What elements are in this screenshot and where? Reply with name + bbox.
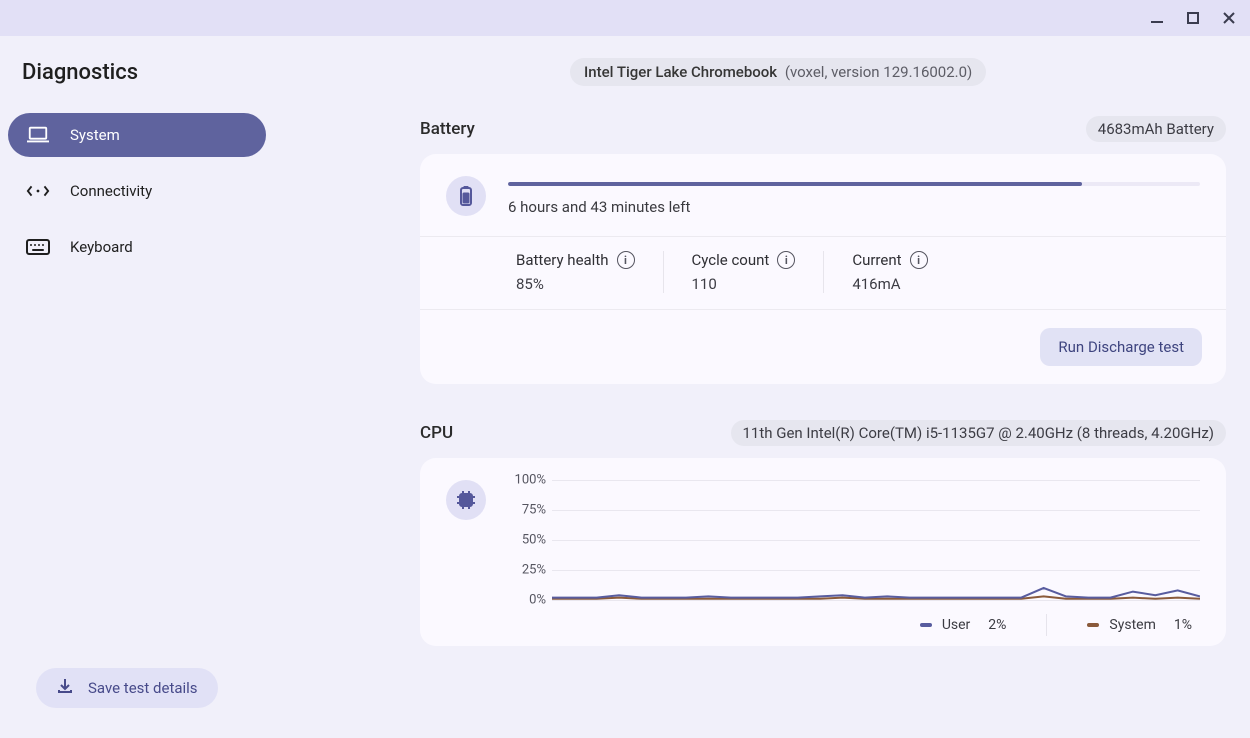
sidebar-item-keyboard[interactable]: Keyboard [8,225,266,269]
main-content: Intel Tiger Lake Chromebook (voxel, vers… [320,36,1250,738]
battery-card: 6 hours and 43 minutes left Battery heal… [420,154,1226,384]
legend-user: User 2% [920,614,1007,636]
battery-health-value: 85% [516,275,635,293]
ethernet-icon [26,184,50,198]
cpu-chip-icon [446,480,486,520]
download-icon [56,677,74,699]
cycle-count-value: 110 [692,275,796,293]
battery-capacity-chip: 4683mAh Battery [1086,116,1226,142]
save-button-label: Save test details [88,679,198,697]
cpu-info-chip: 11th Gen Intel(R) Core(TM) i5-1135G7 @ 2… [731,420,1227,446]
battery-progress [508,182,1200,186]
device-info-chip: Intel Tiger Lake Chromebook (voxel, vers… [570,58,986,86]
y-tick-label: 75% [502,503,546,518]
battery-section-title: Battery [420,119,475,139]
device-name: Intel Tiger Lake Chromebook [584,63,777,81]
minimize-button[interactable] [1146,7,1168,29]
y-tick-label: 25% [502,563,546,578]
info-icon[interactable]: i [777,251,795,269]
y-tick-label: 100% [502,473,546,488]
cpu-usage-chart: 0%25%50%75%100% [552,480,1200,600]
cpu-section-title: CPU [420,423,453,443]
save-test-details-button[interactable]: Save test details [36,668,218,708]
keyboard-icon [26,239,50,255]
page-title: Diagnostics [22,60,300,85]
y-tick-label: 50% [502,533,546,548]
info-icon[interactable]: i [910,251,928,269]
battery-time-left: 6 hours and 43 minutes left [508,198,1200,216]
y-tick-label: 0% [502,593,546,608]
battery-icon [446,176,486,216]
sidebar-item-connectivity[interactable]: Connectivity [8,169,266,213]
laptop-icon [26,126,50,144]
sidebar-item-label: System [70,126,120,144]
legend-system: System 1% [1087,614,1192,636]
battery-health-label: Battery health [516,251,609,269]
sidebar: Diagnostics System Connectivity Keyboard [0,36,320,738]
sidebar-item-system[interactable]: System [8,113,266,157]
window-titlebar [0,0,1250,36]
sidebar-item-label: Keyboard [70,238,133,256]
run-discharge-test-button[interactable]: Run Discharge test [1040,328,1202,366]
current-label: Current [852,251,901,269]
cycle-count-label: Cycle count [692,251,770,269]
info-icon[interactable]: i [617,251,635,269]
cpu-card: 0%25%50%75%100% User 2% System 1% [420,458,1226,646]
close-button[interactable] [1218,7,1240,29]
maximize-button[interactable] [1182,7,1204,29]
current-value: 416mA [852,275,927,293]
device-meta: (voxel, version 129.16002.0) [785,63,972,81]
sidebar-item-label: Connectivity [70,182,152,200]
